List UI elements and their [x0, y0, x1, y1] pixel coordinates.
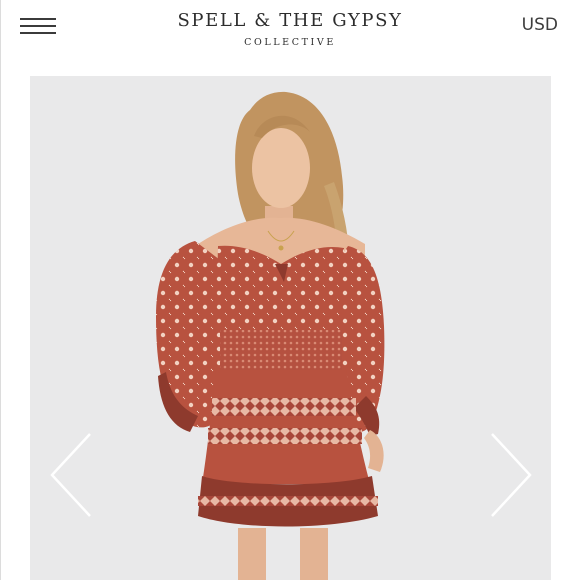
brand-logo[interactable]: SPELL & THE GYPSY COLLECTIVE — [150, 10, 430, 48]
product-photo — [156, 91, 385, 580]
hamburger-icon[interactable] — [20, 14, 58, 36]
brand-name: SPELL & THE GYPSY — [177, 10, 403, 31]
page-edge-rule — [0, 0, 1, 580]
chevron-right-icon[interactable] — [486, 430, 536, 520]
currency-selector[interactable]: USD — [522, 15, 558, 35]
chevron-left-icon[interactable] — [46, 430, 96, 520]
brand-subtitle: COLLECTIVE — [244, 37, 336, 48]
product-image-carousel[interactable] — [30, 76, 551, 580]
site-header: SPELL & THE GYPSY COLLECTIVE USD — [0, 0, 580, 76]
